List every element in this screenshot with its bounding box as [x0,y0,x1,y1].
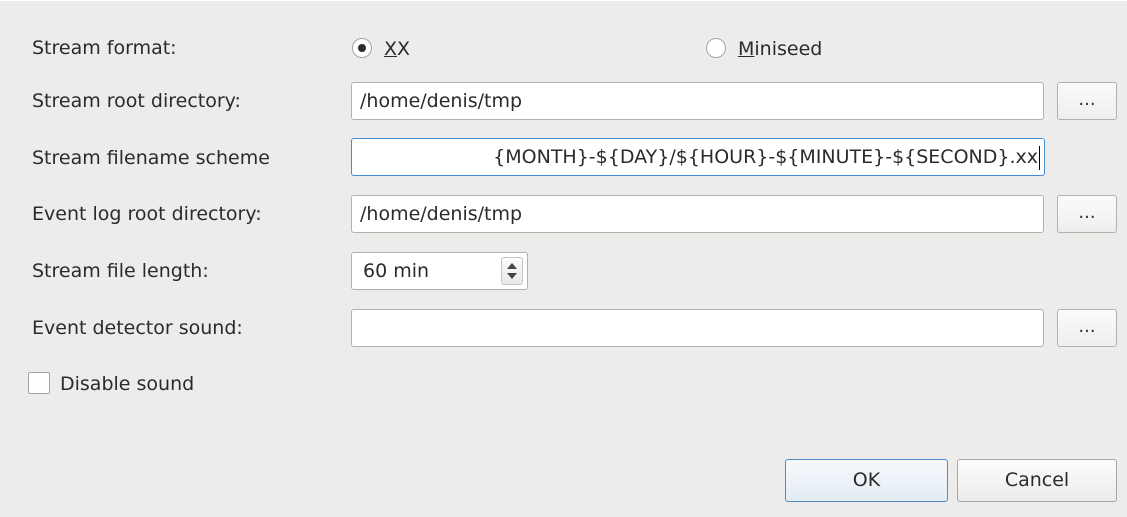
file-length-value: 60 min [363,260,430,282]
checkbox-unchecked-icon[interactable] [28,371,50,394]
event-log-input[interactable]: /home/denis/tmp [351,195,1044,233]
sound-browse-button[interactable]: ... [1057,309,1117,347]
radio-miniseed-label-rest: iniseed [754,38,823,60]
cancel-button[interactable]: Cancel [957,459,1117,502]
radio-selected-icon [352,37,372,58]
event-log-value: /home/denis/tmp [360,203,523,225]
spin-arrows[interactable] [501,257,523,285]
radio-unselected-icon [706,37,726,58]
stream-root-browse-button[interactable]: ... [1057,82,1117,120]
stream-root-value: /home/denis/tmp [360,90,523,112]
sound-input[interactable] [351,309,1044,347]
file-length-label: Stream file length: [32,260,209,282]
stream-filename-input[interactable]: {MONTH}-${DAY}/${HOUR}-${MINUTE}-${SECON… [351,138,1045,176]
text-caret [1039,145,1040,170]
stream-filename-value: {MONTH}-${DAY}/${HOUR}-${MINUTE}-${SECON… [493,146,1038,168]
disable-sound-label: Disable sound [60,373,195,395]
event-log-label: Event log root directory: [32,203,262,225]
spin-up-icon[interactable] [507,263,517,269]
spin-down-icon[interactable] [507,273,517,279]
sound-label: Event detector sound: [32,317,243,339]
stream-root-input[interactable]: /home/denis/tmp [351,82,1044,120]
radio-xx-label-rest: X [397,38,411,60]
stream-format-label: Stream format: [32,37,177,59]
stream-root-label: Stream root directory: [32,90,241,112]
stream-filename-label: Stream filename scheme [32,147,270,169]
stream-format-xx-radio[interactable]: XX [352,35,410,63]
disable-sound-checkbox[interactable]: Disable sound [28,369,194,399]
radio-xx-mnemonic: X [384,38,398,60]
event-log-browse-button[interactable]: ... [1057,195,1117,233]
file-length-spinbox[interactable]: 60 min [351,252,528,290]
settings-dialog: Stream format: XX Miniseed Stream root d… [0,0,1127,517]
stream-format-miniseed-radio[interactable]: Miniseed [706,35,822,63]
ok-button[interactable]: OK [785,459,948,502]
radio-miniseed-mnemonic: M [738,38,755,60]
